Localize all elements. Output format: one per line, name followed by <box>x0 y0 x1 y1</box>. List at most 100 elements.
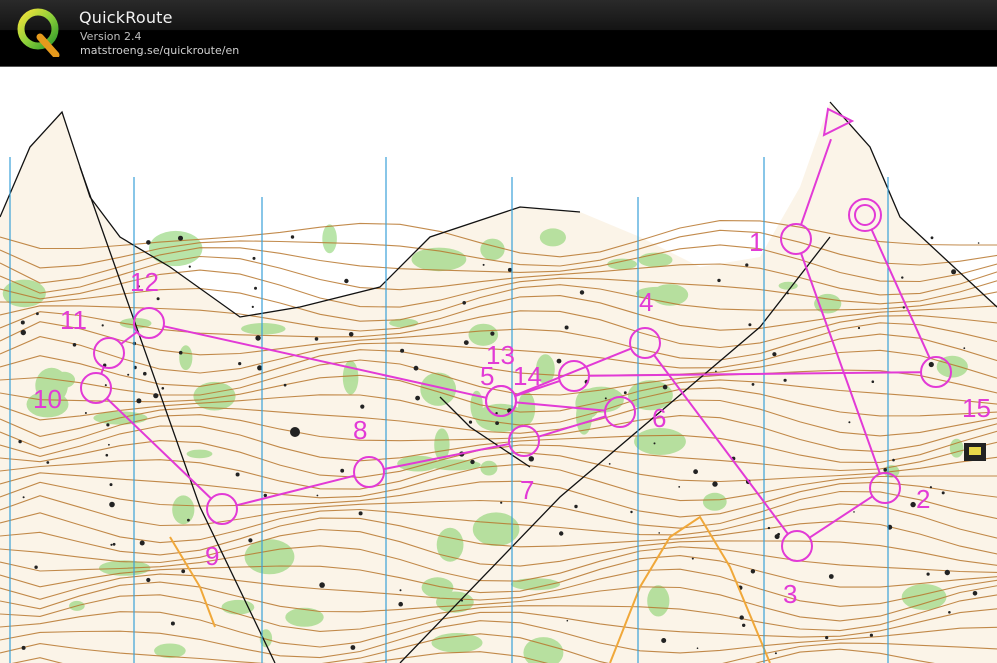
rock-dot <box>482 263 485 266</box>
rock-dot <box>750 569 756 574</box>
rock-dot <box>36 312 39 316</box>
vegetation-patch <box>638 252 673 268</box>
rock-dot <box>748 323 752 327</box>
rock-dot <box>112 542 116 546</box>
rock-dot <box>251 305 254 308</box>
rock-dot <box>156 297 160 301</box>
rock-dot <box>623 391 627 395</box>
rock-dot <box>178 350 183 355</box>
vegetation-patch <box>172 495 195 525</box>
vegetation-patch <box>539 228 567 247</box>
rock-dot <box>468 420 473 424</box>
rock-dot <box>18 439 22 444</box>
vegetation-patch <box>244 539 295 575</box>
rock-dot <box>84 412 87 414</box>
control-label: 15 <box>962 393 991 423</box>
rock-dot <box>350 645 356 650</box>
control-label: 14 <box>513 361 542 391</box>
rock-dot <box>104 384 107 387</box>
rock-dot <box>528 456 534 462</box>
rock-dot <box>564 325 569 330</box>
rock-dot <box>22 496 25 499</box>
boulder-mark <box>290 427 300 437</box>
control-label: 1 <box>749 227 763 257</box>
control-label: 12 <box>130 267 159 297</box>
map-symbol-icon <box>964 443 986 461</box>
control-label: 4 <box>639 287 653 317</box>
rock-dot <box>853 511 855 513</box>
control-label: 9 <box>205 541 219 571</box>
rock-dot <box>658 532 660 534</box>
rock-dot <box>941 491 945 495</box>
rock-dot <box>283 383 287 387</box>
rock-dot <box>871 380 875 384</box>
rock-dot <box>238 362 242 366</box>
rock-dot <box>579 290 585 295</box>
rock-dot <box>255 335 261 341</box>
vegetation-patch <box>186 449 213 459</box>
rock-dot <box>20 329 26 336</box>
rock-dot <box>661 638 667 643</box>
rock-dot <box>928 361 934 368</box>
quickroute-logo-icon <box>17 8 60 57</box>
rock-dot <box>319 582 325 588</box>
map-canvas[interactable]: 123456789101112131415 <box>0 67 997 663</box>
rock-dot <box>72 343 77 347</box>
rock-dot <box>463 340 469 345</box>
control-label: 8 <box>353 415 367 445</box>
rock-dot <box>848 421 851 424</box>
rock-dot <box>678 486 681 488</box>
rock-dot <box>398 601 404 607</box>
rock-dot <box>248 538 253 543</box>
rock-dot <box>316 494 319 497</box>
rock-dot <box>139 540 145 546</box>
rock-dot <box>413 365 419 371</box>
vegetation-patch <box>480 238 505 261</box>
rock-dot <box>344 278 349 284</box>
rock-dot <box>892 458 895 462</box>
vegetation-patch <box>322 224 337 254</box>
app-url-link[interactable]: matstroeng.se/quickroute/en <box>80 44 239 57</box>
vegetation-patch <box>702 492 727 511</box>
rock-dot <box>948 611 951 614</box>
vegetation-patch <box>179 345 193 371</box>
rock-dot <box>556 358 562 364</box>
rock-dot <box>110 543 113 546</box>
rock-dot <box>712 481 718 487</box>
rock-dot <box>910 501 916 508</box>
rock-dot <box>774 652 777 655</box>
rock-dot <box>857 326 861 330</box>
orienteering-map[interactable]: 1 2 3 4 5 6 7 8 9 10 11 12 13 14 15 <box>0 67 997 663</box>
vegetation-patch <box>285 607 324 627</box>
rock-dot <box>608 463 611 465</box>
rock-dot <box>109 483 113 487</box>
rock-dot <box>178 235 183 241</box>
rock-dot <box>161 387 165 390</box>
rock-dot <box>977 242 980 244</box>
rock-dot <box>662 384 668 390</box>
rock-dot <box>717 278 721 283</box>
rock-dot <box>944 569 950 576</box>
control-label: 6 <box>652 403 666 433</box>
rock-dot <box>290 235 295 239</box>
control-label: 13 <box>486 340 515 370</box>
control-label: 3 <box>783 579 797 609</box>
rock-dot <box>500 501 503 504</box>
rock-dot <box>153 393 159 399</box>
rock-dot <box>415 395 420 401</box>
rock-dot <box>252 256 256 260</box>
rock-dot <box>901 276 904 279</box>
rock-dot <box>263 493 267 498</box>
rock-dot <box>105 453 109 457</box>
rock-dot <box>574 504 578 509</box>
rock-dot <box>696 647 699 649</box>
rock-dot <box>34 565 38 569</box>
rock-dot <box>462 301 467 305</box>
rock-dot <box>143 371 147 376</box>
rock-dot <box>653 442 656 445</box>
rock-dot <box>751 383 755 386</box>
rock-dot <box>972 591 978 596</box>
rock-dot <box>926 572 930 576</box>
rock-dot <box>869 633 874 637</box>
rock-dot <box>146 577 151 583</box>
